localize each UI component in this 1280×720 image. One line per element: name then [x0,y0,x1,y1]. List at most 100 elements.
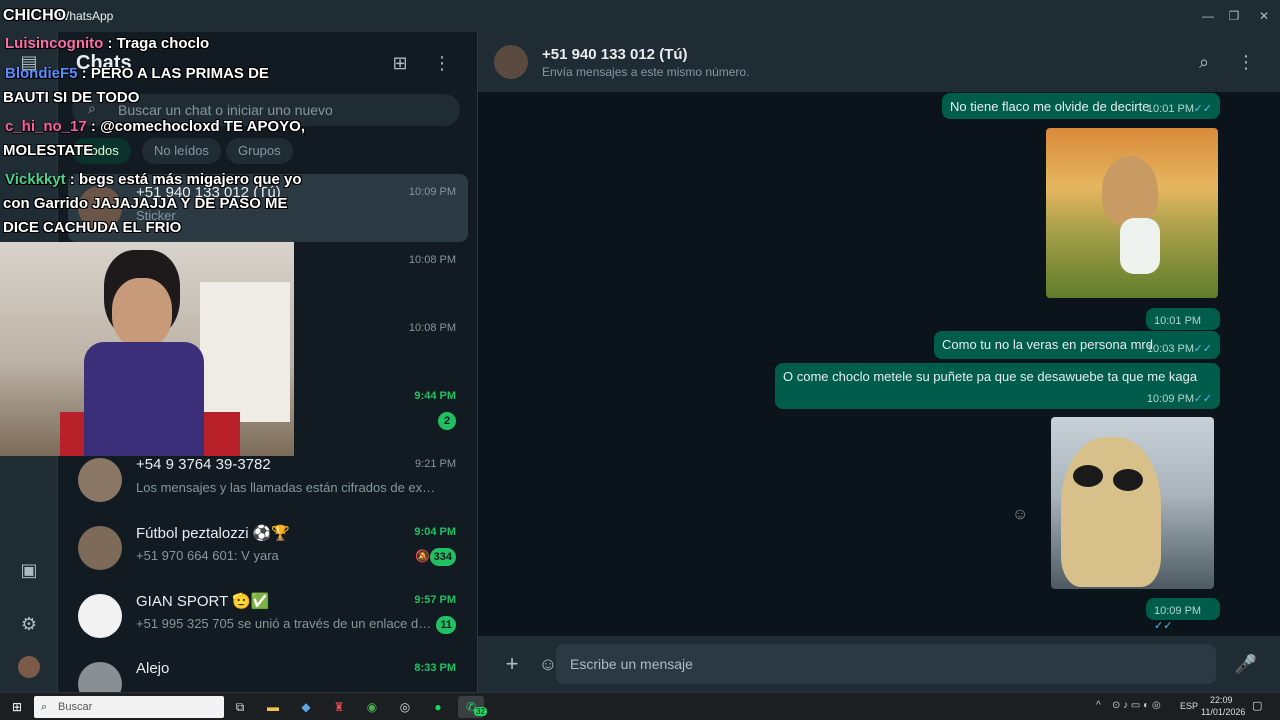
contact-status: Envía mensajes a este mismo número. [542,65,750,79]
spotify-icon[interactable]: ● [425,696,451,718]
message-input-placeholder: Escribe un mensaje [570,656,693,672]
chat-time: 8:33 PM [414,662,456,674]
stream-chat-message: @comechocloxd TE APOYO, [100,118,306,135]
clock-time[interactable]: 22:09 [1210,695,1233,705]
taskbar-search[interactable]: ⌕ Buscar [34,696,224,718]
chat-preview: +51 995 325 705 se unió a través de un e… [136,616,436,631]
unread-badge: 11 [436,616,456,634]
chat-avatar [78,594,122,638]
stream-chat-line: c_hi_no_17 : @comechocloxd TE APOYO, [5,118,306,135]
chat-time: 10:08 PM [408,254,456,266]
react-emoji-icon[interactable]: ☺ [1012,506,1028,524]
chat-time: 9:57 PM [414,594,456,606]
chat-menu-icon[interactable]: ⋮ [1232,48,1260,76]
whatsapp-taskbar-badge: 32 [474,707,487,716]
read-ticks-icon: ✓✓ [1193,103,1212,115]
media-icon[interactable]: ▣ [15,556,43,584]
conversation-header[interactable]: +51 940 133 012 (Tú) Envía mensajes a es… [478,32,1280,92]
chat-time: 9:04 PM [414,526,456,538]
attach-plus-icon[interactable]: + [498,650,526,678]
stream-chat-line: BlondieF5 : PERO A LAS PRIMAS DE [5,65,269,82]
tray-icons[interactable]: ⊙ ♪ ▭ ◐ ◎ [1112,700,1161,711]
windows-start-icon[interactable]: ⊞ [4,696,30,718]
notification-icon[interactable]: ▢ [1252,699,1262,712]
stream-chat-continuation: MOLESTATE [3,142,94,159]
chat-time: 10:09 PM [408,186,456,198]
chat-avatar [78,526,122,570]
read-ticks-icon: ✓✓ [1193,393,1212,405]
app-icon[interactable]: ◆ [293,696,319,718]
new-chat-icon[interactable]: ⊞ [386,49,414,77]
chat-name: Alejo [136,660,170,677]
chat-name: GIAN SPORT 🫡✅ [136,593,270,610]
stream-chat-message: PERO A LAS PRIMAS DE [90,65,269,82]
taskbar-search-label: Buscar [58,701,93,713]
stream-chat-overlay: CHICHO Luisincognito : Traga choclo Blon… [0,0,305,242]
webcam-person-face [112,278,172,348]
message-bubble[interactable]: Como tu no la veras en persona mrd 10:03… [934,331,1220,359]
search-icon: ⌕ [41,701,48,713]
read-ticks-icon: ✓✓ [1193,343,1212,355]
stream-chat-message: Traga choclo [116,35,210,52]
chat-preview: Los mensajes y las llamadas están cifrad… [136,480,436,495]
stream-chat-message: begs está más migajero que yo [78,171,302,188]
sticker-figure-head [1102,156,1158,226]
stream-chat-user: c_hi_no_17 [5,118,87,135]
chat-preview: +51 970 664 601: V yara [136,548,279,563]
message-time: 10:01 PM [1146,103,1194,115]
sticker-figure-body [1061,437,1161,587]
chat-time: 9:21 PM [415,458,456,470]
message-time: 10:09 PM [1154,605,1202,617]
close-icon[interactable]: ✕ [1252,4,1276,28]
contact-avatar[interactable] [494,45,528,79]
sticker-eye-left [1073,465,1103,487]
message-text: O come choclo metele su puñete pa que se… [783,369,1198,384]
stream-chat-user: Luisincognito [5,35,104,52]
search-messages-icon[interactable]: ⌕ [1190,48,1218,76]
contact-name: +51 940 133 012 (Tú) [542,46,688,63]
chat-list-item[interactable]: +54 9 3764 39-3782 Los mensajes y las lla… [68,446,468,514]
language-indicator[interactable]: ESP [1180,701,1198,711]
stream-chat-line: Vickkkyt : begs está más migajero que yo [5,171,302,188]
app-icon[interactable]: ♜ [326,696,352,718]
minimize-icon[interactable]: — [1196,4,1220,28]
chat-avatar [78,662,122,692]
composer: + ☺ Escribe un mensaje 🎤 [478,636,1280,692]
chat-list-item[interactable]: Alejo 8:33 PM [68,650,468,692]
chat-name: +54 9 3764 39-3782 [136,456,271,473]
webcam-feed [0,242,294,456]
settings-icon[interactable]: ⚙ [15,610,43,638]
unread-badge: 2 [438,412,456,430]
muted-bell-icon: 🔕 [415,549,430,563]
microphone-icon[interactable]: 🎤 [1232,650,1260,678]
stream-chat-continuation: DICE CACHUDA EL FRIO [3,219,182,236]
message-text: No tiene flaco me olvide de decirte [950,99,1150,114]
message-time: 10:01 PM [1154,315,1202,327]
sticker-image[interactable] [1051,417,1214,589]
chrome-icon[interactable]: ◉ [359,696,385,718]
tray-chevron-icon[interactable]: ^ [1096,700,1101,711]
chat-list-item[interactable]: Fútbol peztalozzi ⚽🏆 +51 970 664 601: V y… [68,514,468,582]
message-bubble[interactable]: O come choclo metele su puñete pa que se… [775,363,1220,409]
obs-icon[interactable]: ◎ [392,696,418,718]
stream-chat-continuation: con Garrido JAJAJAJJA Y DE PASO ME [3,195,288,212]
chat-list-item[interactable]: GIAN SPORT 🫡✅ +51 995 325 705 se unió a t… [68,582,468,650]
chat-time: 9:44 PM [414,390,456,402]
stream-chat-line: Luisincognito : Traga choclo [5,35,210,52]
profile-avatar[interactable] [18,656,40,678]
unread-badge: 334 [429,548,456,566]
sticker-image[interactable] [1046,128,1218,298]
message-input[interactable]: Escribe un mensaje [556,644,1216,684]
menu-icon[interactable]: ⋮ [428,49,456,77]
clock-date[interactable]: 11/01/2026 [1201,707,1245,717]
image-caption-bubble: 10:09 PM ✓✓ [1146,598,1220,632]
image-caption-bubble: 10:01 PM ✓✓ [1146,308,1220,342]
message-time: 10:03 PM [1146,343,1194,355]
taskbar: ⊞ ⌕ Buscar ⧉ ▬ ◆ ♜ ◉ ◎ ● ✆ 32 ^ ⊙ ♪ ▭ ◐ … [0,692,1280,720]
message-bubble[interactable]: No tiene flaco me olvide de decirte 10:0… [942,93,1220,119]
restore-icon[interactable]: ❐ [1222,4,1246,28]
stream-chat-user: BlondieF5 [5,65,78,82]
task-view-icon[interactable]: ⧉ [227,696,253,718]
chat-time: 10:08 PM [408,322,456,334]
file-explorer-icon[interactable]: ▬ [260,696,286,718]
